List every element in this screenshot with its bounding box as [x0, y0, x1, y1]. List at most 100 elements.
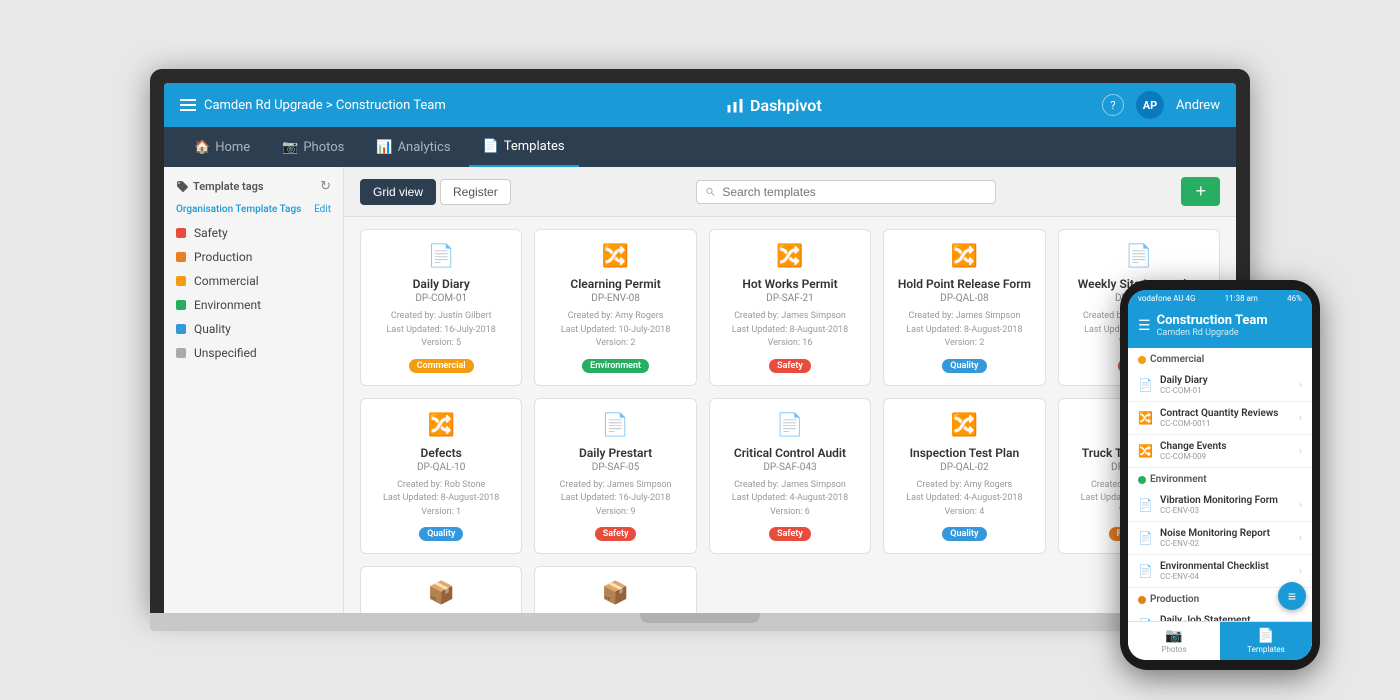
card-meta: Created by: Rob StoneLast Updated: 8-Aug… — [383, 479, 499, 520]
phone-subtitle: Camden Rd Upgrade — [1157, 328, 1268, 338]
sidebar-tag-item[interactable]: Safety — [164, 221, 343, 245]
card-meta: Created by: James SimpsonLast Updated: 4… — [732, 479, 848, 520]
card-title: Hot Works Permit — [742, 277, 837, 291]
content-area: Grid view Register + 📄 Daily Diary DP- — [344, 167, 1236, 613]
analytics-icon: 📊 — [376, 140, 392, 155]
phone-time: 11:38 am — [1225, 294, 1258, 303]
laptop: Camden Rd Upgrade > Construction Team Da… — [150, 69, 1250, 631]
sidebar-tag-item[interactable]: Unspecified — [164, 341, 343, 365]
tag-label: Production — [194, 250, 252, 264]
user-name: Andrew — [1176, 98, 1220, 113]
sidebar-tag-item[interactable]: Commercial — [164, 269, 343, 293]
phone-menu-icon[interactable]: ☰ — [1138, 318, 1151, 334]
template-card[interactable]: 🔀 Inspection Test Plan DP-QAL-02 Created… — [883, 398, 1045, 555]
card-title: Clearning Permit — [570, 277, 661, 291]
register-view-button[interactable]: Register — [440, 179, 511, 205]
phone-content: Commercial 📄 Daily Diary CC-COM-01 › 🔀 C… — [1128, 348, 1312, 621]
sidebar-tag-item[interactable]: Production — [164, 245, 343, 269]
laptop-base — [150, 613, 1250, 631]
phone-list-item[interactable]: 📄 Vibration Monitoring Form CC-ENV-03 › — [1128, 489, 1312, 522]
tag-dot — [176, 324, 186, 334]
phone-list-item[interactable]: 📄 Daily Diary CC-COM-01 › — [1128, 369, 1312, 402]
phone-item-code: CC-ENV-04 — [1160, 572, 1299, 581]
phone-templates-icon: 📄 — [1257, 628, 1274, 644]
card-code: DP-QAL-02 — [940, 462, 988, 473]
phone-item-text: Vibration Monitoring Form CC-ENV-03 — [1160, 495, 1299, 515]
card-icon: 📄 — [427, 244, 454, 269]
tag-dot — [176, 252, 186, 262]
phone-item-icon: 📄 — [1138, 378, 1160, 392]
card-icon: 🔀 — [776, 244, 803, 269]
card-code: DP-SAF-043 — [763, 462, 816, 473]
tag-icon — [176, 180, 189, 193]
phone: vodafone AU 4G 11:38 am 46% ☰ Constructi… — [1120, 280, 1320, 670]
tag-dot — [176, 276, 186, 286]
sidebar-tag-item[interactable]: Environment — [164, 293, 343, 317]
sidebar-title: Template tags — [193, 180, 264, 193]
phone-list-item[interactable]: 🔀 Change Events CC-COM-009 › — [1128, 435, 1312, 468]
card-code: DP-COM-01 — [415, 293, 467, 304]
sidebar-tag-item[interactable]: Quality — [164, 317, 343, 341]
nav-home[interactable]: 🏠 Home — [180, 127, 264, 167]
hamburger-menu[interactable] — [180, 99, 196, 111]
nav-analytics[interactable]: 📊 Analytics — [362, 127, 464, 167]
org-tags-label: Organisation Template Tags — [176, 204, 301, 215]
template-card[interactable]: 📦 Sustainability Checklist DP-ENV-23 Cre… — [360, 566, 522, 613]
template-card[interactable]: 🔀 Hold Point Release Form DP-QAL-08 Crea… — [883, 229, 1045, 386]
app-logo: Dashpivot — [726, 96, 822, 115]
template-grid: 📄 Daily Diary DP-COM-01 Created by: Just… — [344, 217, 1236, 613]
phone-list-item[interactable]: 🔀 Contract Quantity Reviews CC-COM-0011 … — [1128, 402, 1312, 435]
card-icon: 🔀 — [951, 413, 978, 438]
template-card[interactable]: 🔀 Hot Works Permit DP-SAF-21 Created by:… — [709, 229, 871, 386]
phone-list-item[interactable]: 📄 Daily Job Statement UGP-COM-0001 › — [1128, 609, 1312, 621]
card-badge: Quality — [942, 527, 986, 541]
sidebar-tags-list: Safety Production Commercial EnvironmentQua… — [164, 221, 343, 365]
edit-tags-link[interactable]: Edit — [314, 204, 331, 215]
help-icon[interactable]: ? — [1102, 94, 1124, 116]
tag-dot — [176, 228, 186, 238]
card-code: DP-ENV-08 — [591, 293, 640, 304]
nav-templates[interactable]: 📄 Templates — [469, 127, 579, 167]
phone-fab-button[interactable]: ≡ — [1278, 582, 1306, 610]
chevron-right-icon: › — [1299, 446, 1302, 457]
section-dot — [1138, 476, 1146, 484]
card-meta: Created by: James SimpsonLast Updated: 8… — [732, 310, 848, 351]
refresh-icon[interactable]: ↻ — [320, 179, 331, 194]
template-card[interactable]: 📦 Lots DP-QAL-03 Created by: Rob StoneLa… — [534, 566, 696, 613]
chevron-right-icon: › — [1299, 566, 1302, 577]
tag-label: Commercial — [194, 274, 259, 288]
phone-status-bar: vodafone AU 4G 11:38 am 46% — [1128, 290, 1312, 307]
template-card[interactable]: 🔀 Defects DP-QAL-10 Created by: Rob Ston… — [360, 398, 522, 555]
phone-header: ☰ Construction Team Camden Rd Upgrade — [1128, 307, 1312, 348]
grid-view-button[interactable]: Grid view — [360, 179, 436, 205]
template-card[interactable]: 🔀 Clearning Permit DP-ENV-08 Created by:… — [534, 229, 696, 386]
card-badge: Environment — [582, 359, 649, 373]
phone-list-item[interactable]: 📄 Noise Monitoring Report CC-ENV-02 › — [1128, 522, 1312, 555]
phone-item-title: Vibration Monitoring Form — [1160, 495, 1299, 506]
phone-tab-photos[interactable]: 📷 Photos — [1128, 622, 1220, 660]
template-card[interactable]: 📄 Daily Diary DP-COM-01 Created by: Just… — [360, 229, 522, 386]
search-input[interactable] — [722, 185, 987, 199]
card-icon: 📄 — [1125, 244, 1152, 269]
phone-bottom-bar: 📷 Photos 📄 Templates — [1128, 621, 1312, 660]
card-icon: 🔀 — [427, 413, 454, 438]
chevron-right-icon: › — [1299, 380, 1302, 391]
search-icon — [705, 186, 716, 198]
card-badge: Quality — [419, 527, 463, 541]
nav-photos[interactable]: 📷 Photos — [268, 127, 358, 167]
phone-carrier: vodafone AU 4G — [1138, 294, 1196, 303]
template-card[interactable]: 📄 Critical Control Audit DP-SAF-043 Crea… — [709, 398, 871, 555]
add-template-button[interactable]: + — [1181, 177, 1220, 206]
card-code: DP-SAF-21 — [766, 293, 814, 304]
search-box[interactable] — [696, 180, 996, 204]
app-name: Dashpivot — [750, 96, 822, 115]
card-meta: Created by: James SimpsonLast Updated: 8… — [906, 310, 1022, 351]
avatar[interactable]: AP — [1136, 91, 1164, 119]
phone-item-title: Daily Diary — [1160, 375, 1299, 386]
view-toggle: Grid view Register — [360, 179, 511, 205]
card-meta: Created by: Amy RogersLast Updated: 4-Au… — [906, 479, 1022, 520]
card-icon: 🔀 — [951, 244, 978, 269]
phone-tab-templates[interactable]: 📄 Templates — [1220, 622, 1312, 660]
phone-item-text: Change Events CC-COM-009 — [1160, 441, 1299, 461]
template-card[interactable]: 📄 Daily Prestart DP-SAF-05 Created by: J… — [534, 398, 696, 555]
